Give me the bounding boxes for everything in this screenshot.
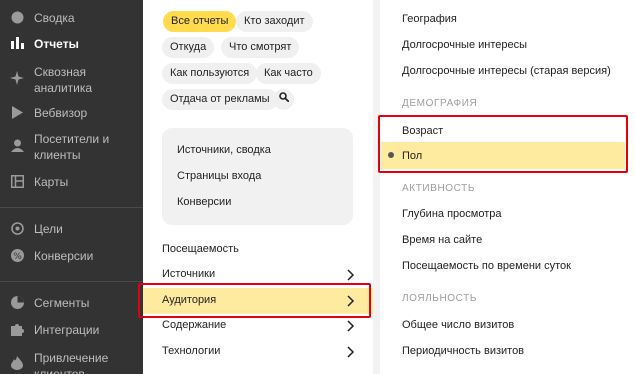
section-header-activity: АКТИВНОСТЬ (402, 183, 476, 194)
report-link-long-interests-old[interactable]: Долгосрочные интересы (старая версия) (402, 64, 611, 78)
home-icon (10, 10, 24, 24)
report-link-long-interests[interactable]: Долгосрочные интересы (402, 38, 527, 52)
sidebar-item-label: Конверсии (34, 249, 94, 263)
report-link-total-visits[interactable]: Общее число визитов (402, 318, 514, 332)
chip-search-button[interactable] (273, 89, 294, 110)
highlight-frame (378, 115, 628, 173)
sidebar-item-label: Сквозная аналитика (34, 65, 93, 95)
flame-icon (10, 356, 24, 370)
report-link-attendance-by-hour[interactable]: Посещаемость по времени суток (402, 259, 571, 273)
target-icon (10, 221, 24, 235)
menu-item-label: Посещаемость (162, 243, 239, 255)
menu-item-label: Технологии (162, 345, 221, 357)
search-icon (278, 89, 289, 110)
report-link-time-on-site[interactable]: Время на сайте (402, 233, 482, 247)
sidebar-item-label: Посетители и клиенты (34, 132, 110, 162)
favorite-link[interactable]: Страницы входа (177, 169, 261, 183)
sidebar: Сводка Отчеты Сквозная аналитика Вебвизо… (0, 0, 143, 374)
map-icon (10, 174, 24, 188)
sidebar-divider (0, 281, 143, 282)
favorite-link[interactable]: Конверсии (177, 195, 231, 209)
chip-who-visits[interactable]: Кто заходит (236, 11, 313, 32)
svg-text:%: % (13, 252, 22, 262)
sidebar-item-label: Интеграции (34, 323, 100, 337)
menu-item-content[interactable]: Содержание (143, 313, 373, 339)
sidebar-item-label: Цели (34, 222, 63, 236)
menu-item-technologies[interactable]: Технологии (143, 339, 373, 365)
menu-item-label: Содержание (162, 319, 227, 331)
submenu-scrollbar[interactable] (373, 0, 380, 374)
sidebar-item-label: Сводка (34, 11, 75, 25)
chip-ad-return[interactable]: Отдача от рекламы (162, 89, 278, 110)
menu-item-attendance[interactable]: Посещаемость (143, 237, 373, 263)
menu-item-label: Источники (162, 268, 216, 280)
section-header-demography: ДЕМОГРАФИЯ (402, 98, 478, 109)
chip-how-often[interactable]: Как часто (256, 63, 321, 84)
favorite-link[interactable]: Источники, сводка (177, 143, 271, 157)
bar-chart-icon (10, 36, 24, 50)
segments-icon (10, 295, 24, 309)
play-icon (10, 105, 24, 119)
person-icon (10, 138, 24, 152)
chip-how-they-use[interactable]: Как пользуются (162, 63, 258, 84)
sidebar-item-label: Вебвизор (34, 106, 88, 120)
sidebar-item-label: Отчеты (34, 37, 79, 51)
percent-icon: % (10, 248, 24, 262)
sidebar-divider (0, 207, 143, 208)
report-link-geography[interactable]: География (402, 12, 457, 26)
chip-what-they-watch[interactable]: Что смотрят (221, 37, 300, 58)
sidebar-item-label: Привлечение клиентов (34, 351, 109, 374)
chevron-right-icon (347, 346, 355, 358)
section-header-loyalty: ЛОЯЛЬНОСТЬ (402, 293, 478, 304)
chevron-right-icon (347, 269, 355, 281)
report-link-visit-periodicity[interactable]: Периодичность визитов (402, 344, 524, 358)
puzzle-icon (10, 322, 24, 336)
chevron-right-icon (347, 320, 355, 332)
sidebar-item-label: Сегменты (34, 296, 90, 310)
chip-all-reports[interactable]: Все отчеты (163, 11, 237, 32)
sidebar-item-label: Карты (34, 175, 69, 189)
star-icon (10, 71, 24, 85)
chip-where-from[interactable]: Откуда (162, 37, 215, 58)
report-link-depth[interactable]: Глубина просмотра (402, 207, 501, 221)
